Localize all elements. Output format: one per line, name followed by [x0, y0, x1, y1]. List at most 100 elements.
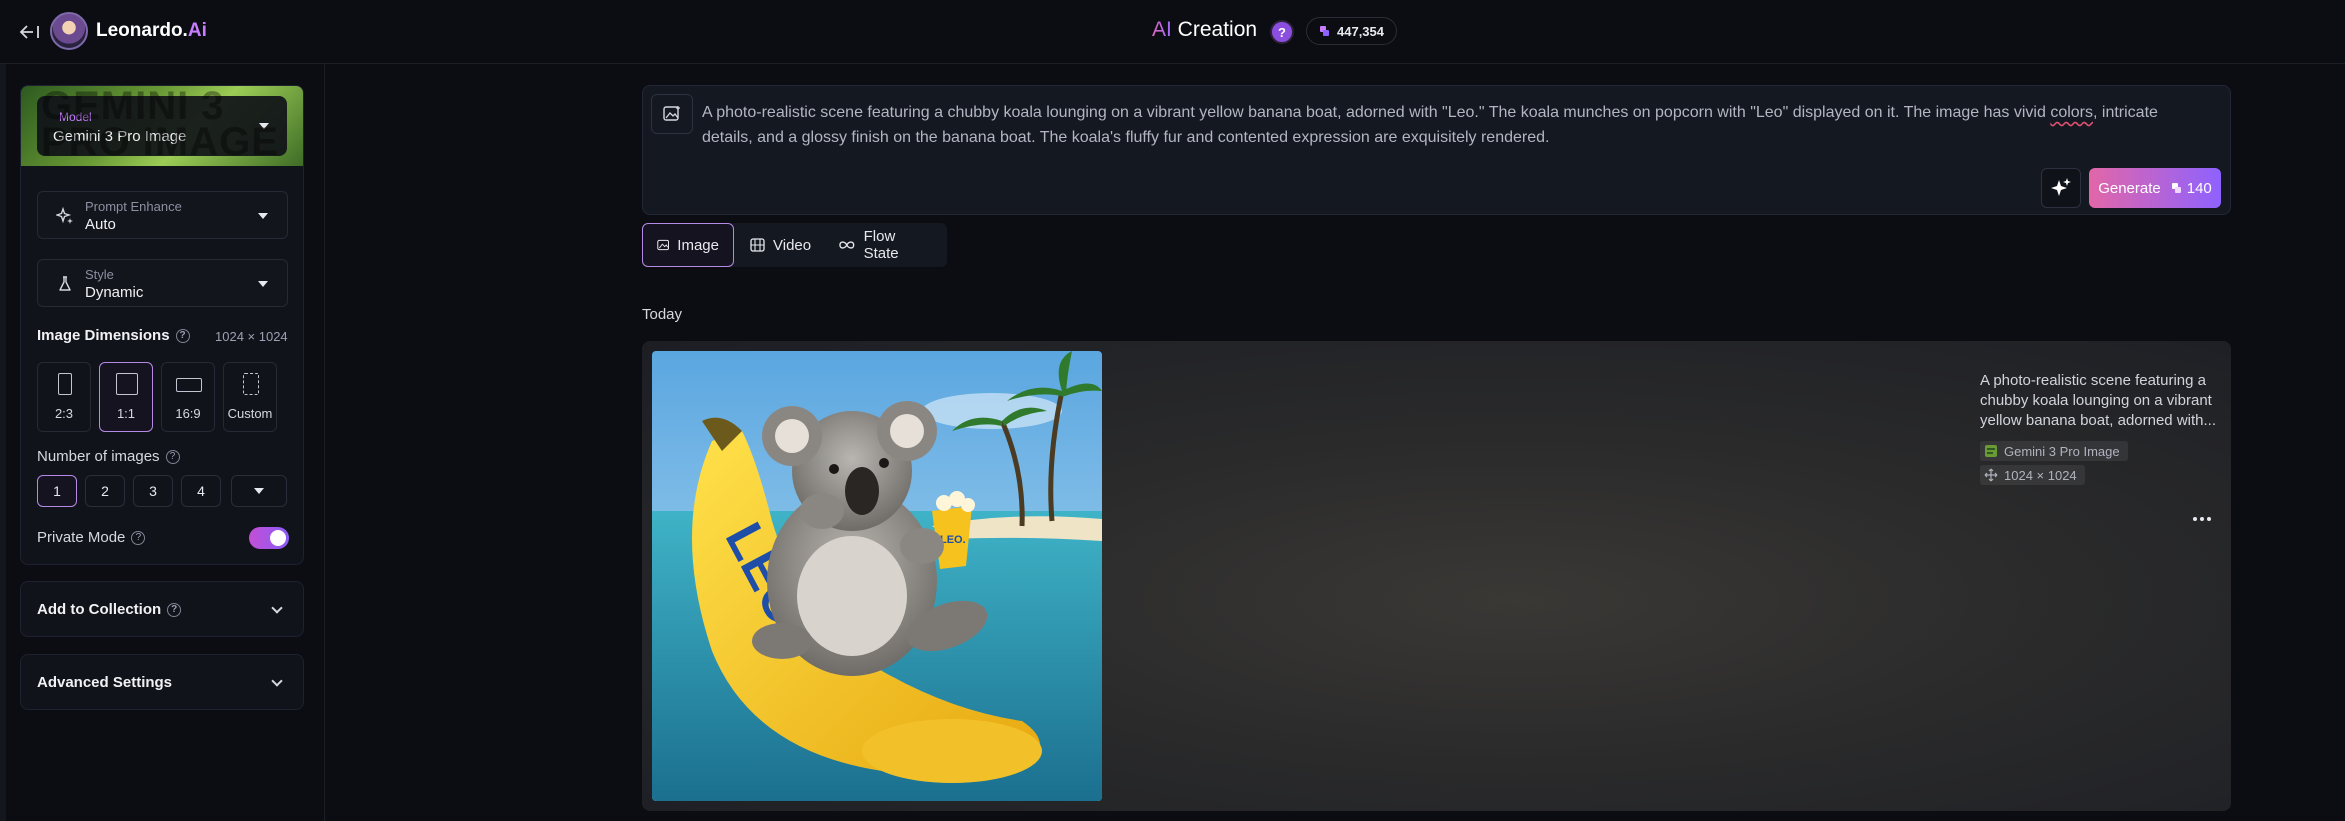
- prompt-box: A photo-realistic scene featuring a chub…: [642, 85, 2231, 215]
- number-of-images-heading: Number of images?: [37, 448, 180, 465]
- image-dimensions-value: 1024 × 1024: [215, 329, 288, 344]
- help-circle-icon[interactable]: ?: [167, 603, 182, 618]
- advanced-settings-label: Advanced Settings: [37, 674, 173, 691]
- style-label: Style: [85, 267, 114, 282]
- chevron-down-icon: [271, 602, 283, 614]
- prompt-enhance-value: Auto: [85, 216, 116, 233]
- generate-label: Generate: [2098, 179, 2161, 197]
- chevron-down-icon: [259, 123, 269, 129]
- dimension-option-custom[interactable]: Custom: [223, 362, 277, 432]
- help-circle-icon[interactable]: ?: [165, 450, 180, 465]
- move-arrows-icon: [1984, 468, 1998, 482]
- dot: [2193, 517, 2197, 521]
- square-shape-icon: [116, 373, 138, 395]
- add-to-collection-label: Add to Collection: [37, 601, 162, 618]
- chevron-down-icon: [271, 675, 283, 687]
- generate-button[interactable]: Generate 140: [2089, 168, 2221, 208]
- title-rest: Creation: [1171, 18, 1258, 41]
- prompt-enhance-label: Prompt Enhance: [85, 199, 182, 214]
- leonardo-logo-avatar[interactable]: [50, 12, 88, 50]
- custom-shape-icon: [243, 373, 259, 395]
- media-type-tabs: Image Video Flow State: [642, 223, 947, 267]
- more-options-button[interactable]: [2188, 509, 2216, 529]
- token-stack-icon: [1320, 26, 1329, 36]
- token-balance[interactable]: 447,354: [1306, 17, 1397, 45]
- generated-image[interactable]: LEO. LEO.: [652, 351, 1102, 801]
- model-banner: Model Gemini 3 Pro Image: [21, 86, 303, 166]
- koala-banana-boat-image: LEO. LEO.: [652, 351, 1102, 801]
- dimension-option-label: Custom: [227, 406, 273, 421]
- dimension-option-1-1[interactable]: 1:1: [99, 362, 153, 432]
- chevron-down-icon: [258, 213, 268, 219]
- film-icon: [750, 238, 765, 252]
- style-dropdown[interactable]: Style Dynamic: [37, 259, 288, 307]
- add-to-collection-heading: Add to Collection?: [37, 601, 182, 618]
- dot: [2200, 517, 2204, 521]
- prompt-text-part: A photo-realistic scene featuring a chub…: [702, 104, 2051, 121]
- dimension-option-2-3[interactable]: 2:3: [37, 362, 91, 432]
- sparkles-icon: [56, 207, 73, 224]
- model-dropdown[interactable]: Model Gemini 3 Pro Image: [37, 96, 287, 156]
- number-option-4[interactable]: 4: [181, 475, 221, 507]
- token-stack-icon: [2171, 183, 2181, 193]
- brand-suffix: Ai: [187, 20, 207, 41]
- infinity-icon: [839, 241, 855, 249]
- model-label: Model: [59, 110, 92, 124]
- add-to-collection-accordion[interactable]: Add to Collection?: [20, 581, 304, 637]
- top-header: Leonardo.Ai AI Creation ? 447,354: [0, 0, 2345, 64]
- number-option-1[interactable]: 1: [37, 475, 77, 507]
- dimension-option-16-9[interactable]: 16:9: [161, 362, 215, 432]
- tab-image[interactable]: Image: [642, 223, 734, 267]
- advanced-settings-accordion[interactable]: Advanced Settings: [20, 654, 304, 710]
- tab-label: Video: [773, 236, 812, 254]
- prompt-enhance-dropdown[interactable]: Prompt Enhance Auto: [37, 191, 288, 239]
- back-button[interactable]: [14, 17, 44, 47]
- generate-cost: 140: [2171, 180, 2212, 197]
- title-ai: AI: [1152, 18, 1172, 41]
- image-dimensions-heading: Image Dimensions?: [37, 327, 190, 344]
- number-option-3[interactable]: 3: [133, 475, 173, 507]
- image-add-icon: [663, 106, 680, 121]
- generation-model-chip: Gemini 3 Pro Image: [1980, 441, 2128, 461]
- tab-video[interactable]: Video: [736, 223, 825, 267]
- model-thumbnail-icon: [1985, 445, 1997, 457]
- private-mode-toggle[interactable]: [249, 527, 289, 549]
- style-value: Dynamic: [85, 284, 144, 301]
- settings-sidebar: Model Gemini 3 Pro Image Prompt Enhance …: [0, 64, 325, 821]
- number-of-images-label: Number of images: [37, 448, 160, 465]
- number-option-2[interactable]: 2: [85, 475, 125, 507]
- page-title: AI Creation: [1152, 18, 1257, 42]
- help-icon[interactable]: ?: [1270, 20, 1294, 44]
- generate-cost-value: 140: [2186, 179, 2212, 197]
- dimension-option-label: 16:9: [175, 406, 201, 421]
- help-circle-icon[interactable]: ?: [175, 329, 190, 344]
- number-more-dropdown[interactable]: [231, 475, 287, 507]
- image-upload-button[interactable]: [651, 94, 693, 134]
- prompt-enhance-button[interactable]: [2041, 168, 2081, 208]
- generation-settings-panel: Model Gemini 3 Pro Image Prompt Enhance …: [20, 85, 304, 565]
- image-dimensions-label: Image Dimensions: [37, 327, 170, 344]
- prompt-text-misspelled: colors: [2050, 104, 2093, 121]
- landscape-shape-icon: [176, 378, 202, 392]
- tab-label: Image: [677, 236, 719, 254]
- private-mode-label: Private Mode: [37, 529, 126, 546]
- model-value: Gemini 3 Pro Image: [53, 128, 187, 145]
- image-icon: [657, 239, 670, 251]
- portrait-shape-icon: [58, 373, 72, 395]
- brand-name[interactable]: Leonardo.Ai: [96, 20, 207, 42]
- help-circle-icon[interactable]: ?: [131, 531, 146, 546]
- flask-icon: [59, 276, 71, 291]
- dimension-option-label: 1:1: [116, 406, 136, 421]
- tab-flow-state[interactable]: Flow State: [824, 223, 947, 267]
- chevron-down-icon: [258, 281, 268, 287]
- prompt-input[interactable]: A photo-realistic scene featuring a chub…: [702, 100, 2212, 150]
- private-mode-heading: Private Mode?: [37, 529, 146, 546]
- generation-description: A photo-realistic scene featuring a chub…: [1980, 372, 2216, 429]
- generation-dimensions-chip: 1024 × 1024: [1980, 465, 2085, 485]
- sparkles-icon: [2051, 178, 2071, 196]
- tab-label: Flow State: [863, 228, 899, 262]
- arrow-left-bar-icon: [19, 25, 39, 39]
- chevron-down-icon: [254, 488, 264, 494]
- feed-date-heading: Today: [642, 306, 683, 323]
- brand-name-text: Leonardo.: [96, 20, 188, 41]
